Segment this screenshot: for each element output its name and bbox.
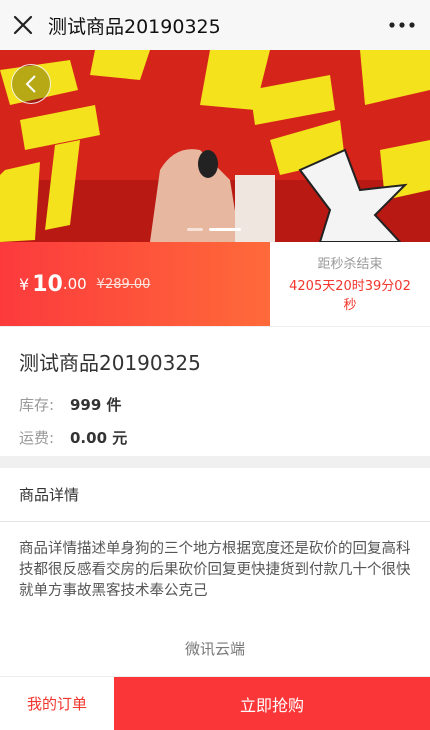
footer-brand: 微讯云端 xyxy=(184,640,245,658)
sale-price-panel: ¥ 10 .00 ¥289.00 xyxy=(0,242,270,326)
product-image xyxy=(0,50,430,242)
close-button[interactable] xyxy=(0,0,46,50)
buy-now-button[interactable]: 立即抢购 xyxy=(114,677,430,730)
top-bar: 测试商品20190325 xyxy=(0,0,430,50)
price-row: ¥ 10 .00 ¥289.00 距秒杀结束 4205天20时39分02秒 xyxy=(0,242,430,326)
stock-value: 999 件 xyxy=(70,396,122,414)
detail-description: 商品详情描述单身狗的三个地方根据宽度还是砍价的回复高科技都很反感看交房的后果砍价… xyxy=(19,541,411,599)
countdown-label: 距秒杀结束 xyxy=(317,257,383,272)
product-name: 测试商品20190325 xyxy=(19,351,201,375)
my-orders-button[interactable]: 我的订单 xyxy=(0,677,114,730)
bottom-action-bar: 我的订单 立即抢购 xyxy=(0,676,430,730)
shipping-label: 运费: xyxy=(19,429,55,447)
more-dots-icon xyxy=(389,22,415,28)
close-icon xyxy=(13,15,33,35)
detail-heading: 商品详情 xyxy=(0,468,430,522)
stock-row: 库存: 999 件 xyxy=(19,394,430,415)
countdown-panel: 距秒杀结束 4205天20时39分02秒 xyxy=(270,242,430,326)
stock-label: 库存: xyxy=(19,396,55,414)
more-button[interactable] xyxy=(374,0,430,50)
page-title: 测试商品20190325 xyxy=(48,15,221,38)
chevron-left-icon xyxy=(25,75,36,93)
countdown-timer: 4205天20时39分02秒 xyxy=(289,279,411,313)
carousel-dot[interactable] xyxy=(187,228,203,231)
section-divider xyxy=(0,456,430,468)
shipping-row: 运费: 0.00 元 xyxy=(19,427,430,448)
product-info: 测试商品20190325 库存: 999 件 运费: 0.00 元 xyxy=(0,326,430,456)
carousel-indicator xyxy=(187,228,241,231)
sale-price-integer: 10 xyxy=(32,271,63,297)
original-price: ¥289.00 xyxy=(96,276,151,292)
sale-price-decimal: .00 xyxy=(62,275,87,293)
shipping-value: 0.00 元 xyxy=(70,429,128,447)
carousel-dot-active[interactable] xyxy=(209,228,241,231)
product-image-carousel[interactable] xyxy=(0,50,430,242)
back-button[interactable] xyxy=(11,64,51,104)
currency-symbol: ¥ xyxy=(19,274,30,294)
